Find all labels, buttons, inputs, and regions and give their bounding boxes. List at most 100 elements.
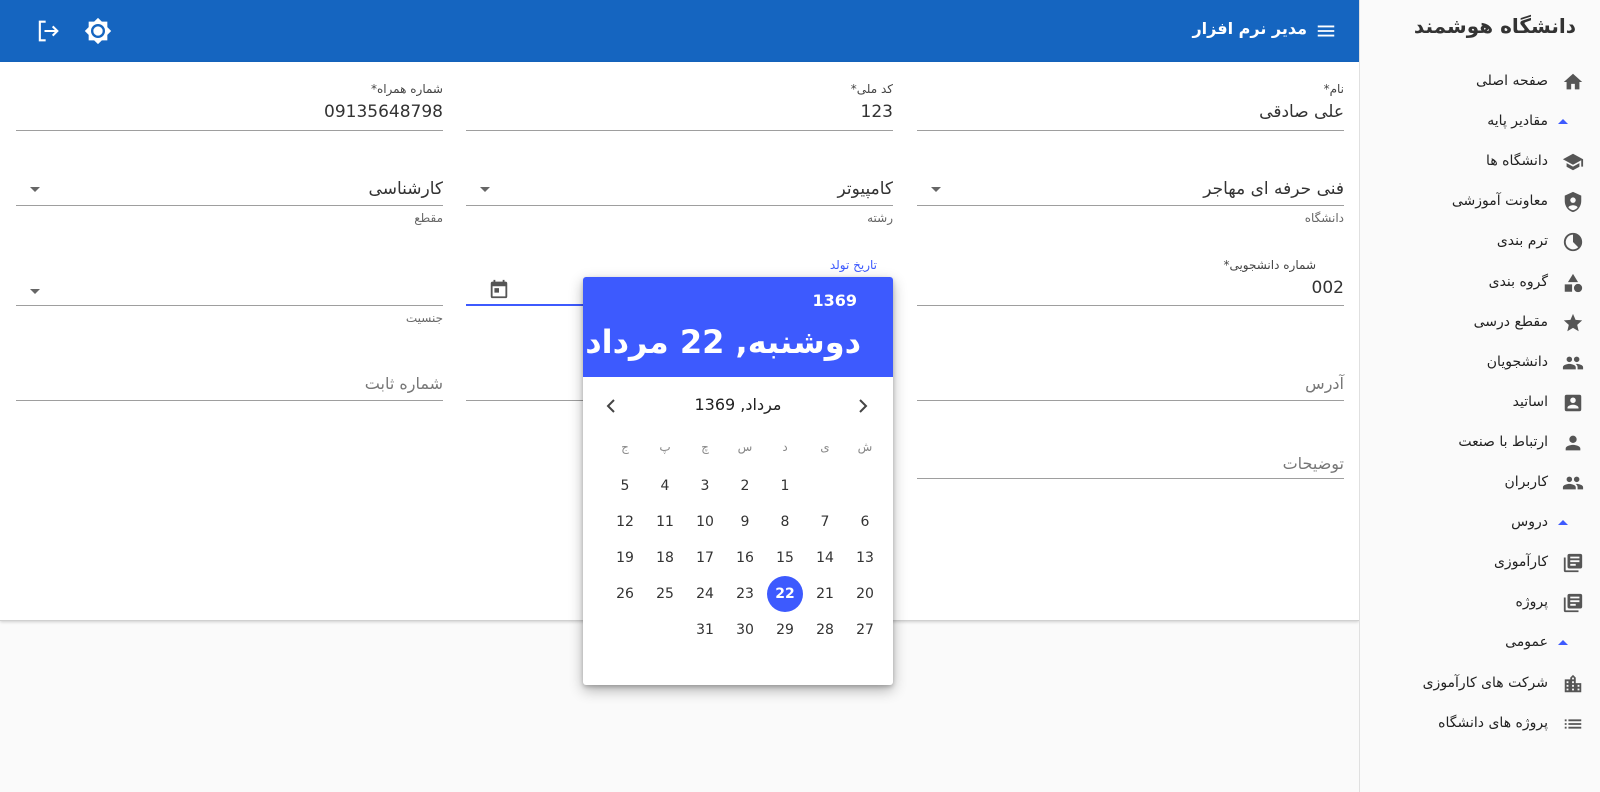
calendar-day[interactable]: 31	[687, 612, 723, 648]
calendar-day[interactable]: 4	[647, 468, 683, 504]
sidebar-item[interactable]: پروژه	[1360, 584, 1600, 622]
selected-day[interactable]: 22	[767, 576, 803, 612]
calendar-day[interactable]: 3	[687, 468, 723, 504]
logout-icon[interactable]	[34, 17, 62, 45]
phone-field[interactable]: شماره ثابت	[16, 372, 443, 412]
calendar-day[interactable]: 26	[607, 576, 643, 612]
national-code-underline	[466, 130, 893, 131]
sidebar-item[interactable]: مقطع درسی	[1360, 304, 1600, 342]
sidebar-item[interactable]: ترم بندی	[1360, 223, 1600, 261]
description-underline	[917, 478, 1344, 479]
nav-group-header[interactable]: عمومی	[1360, 624, 1600, 662]
sidebar-item[interactable]: پروژه های دانشگاه	[1360, 705, 1600, 743]
picker-year[interactable]: 1369	[812, 291, 857, 310]
nav-group-header[interactable]: دروس	[1360, 504, 1600, 542]
university-underline	[917, 205, 1344, 206]
picker-selected-date: دوشنبه, 22 مرداد	[585, 323, 861, 361]
calendar-day[interactable]: 14	[807, 540, 843, 576]
student-number-label: شماره دانشجویی*	[1223, 258, 1316, 272]
university-value: فنی حرفه ای مهاجر	[1203, 179, 1344, 199]
shapes-icon	[1564, 273, 1583, 292]
calendar-day[interactable]: 28	[807, 612, 843, 648]
calendar-day[interactable]: 18	[647, 540, 683, 576]
degree-dropdown-icon[interactable]	[30, 187, 40, 192]
sidebar-item[interactable]: دانشگاه ها	[1360, 143, 1600, 181]
mobile-label: شماره همراه*	[370, 82, 443, 96]
calendar-day[interactable]: 21	[807, 576, 843, 612]
next-month-icon[interactable]	[599, 394, 623, 418]
collapse-arrow-icon[interactable]	[1558, 520, 1568, 526]
collapse-arrow-icon[interactable]	[1558, 640, 1568, 646]
degree-value: کارشناسی	[368, 179, 443, 199]
major-select[interactable]: کامپیوتر رشته	[466, 177, 893, 227]
degree-select[interactable]: کارشناسی مقطع	[16, 177, 443, 227]
library-books-icon	[1563, 594, 1583, 613]
calendar-icon[interactable]	[488, 278, 510, 300]
calendar-day[interactable]: 15	[767, 540, 803, 576]
university-select[interactable]: فنی حرفه ای مهاجر دانشگاه	[917, 177, 1344, 227]
calendar-day[interactable]: 29	[767, 612, 803, 648]
sidebar-item[interactable]: صفحه اصلی	[1360, 63, 1600, 101]
gender-helper: جنسیت	[405, 311, 443, 325]
gender-dropdown-icon[interactable]	[30, 289, 40, 294]
nav-group-header[interactable]: مقادیر پایه	[1360, 103, 1600, 141]
calendar-day[interactable]: 27	[847, 612, 883, 648]
sidebar-item[interactable]: کارآموزی	[1360, 544, 1600, 582]
name-underline	[917, 130, 1344, 131]
name-field[interactable]: نام* علی صادقی	[917, 82, 1344, 132]
calendar-day[interactable]: 19	[607, 540, 643, 576]
national-code-field[interactable]: کد ملی* 123	[466, 82, 893, 132]
sidebar-item[interactable]: ارتباط با صنعت	[1360, 424, 1600, 462]
app-title: مدیر نرم افزار	[1192, 19, 1307, 38]
school-icon	[1562, 153, 1584, 171]
address-placeholder: آدرس	[1305, 374, 1344, 393]
menu-icon[interactable]	[1315, 20, 1337, 42]
calendar-day[interactable]: 9	[727, 504, 763, 540]
calendar-day[interactable]: 24	[687, 576, 723, 612]
address-field[interactable]: آدرس	[917, 372, 1344, 412]
sidebar-item[interactable]: معاونت آموزشی	[1360, 183, 1600, 221]
date-picker-header: 1369 دوشنبه, 22 مرداد	[583, 277, 893, 377]
calendar-day[interactable]: 5	[607, 468, 643, 504]
calendar-day[interactable]: 12	[607, 504, 643, 540]
degree-underline	[16, 205, 443, 206]
sidebar-item[interactable]: گروه بندی	[1360, 264, 1600, 302]
gender-select[interactable]: جنسیت	[16, 258, 443, 328]
calendar-day[interactable]: 11	[647, 504, 683, 540]
app-bar: مدیر نرم افزار	[0, 0, 1359, 62]
calendar-day[interactable]: 30	[727, 612, 763, 648]
sidebar: دانشگاه هوشمند صفحه اصلی مقادیر پایه دانشگ…	[1359, 0, 1600, 792]
calendar-day[interactable]: 8	[767, 504, 803, 540]
sidebar-item-label: ارتباط با صنعت	[1458, 433, 1548, 450]
mobile-value: 09135648798	[324, 102, 443, 122]
sidebar-item[interactable]: شرکت های کارآموزی	[1360, 665, 1600, 703]
mobile-field[interactable]: شماره همراه* 09135648798	[16, 82, 443, 132]
major-underline	[466, 205, 893, 206]
sidebar-item[interactable]: دانشجویان	[1360, 344, 1600, 382]
sidebar-item-label: کارآموزی	[1493, 554, 1548, 571]
calendar-day[interactable]: 23	[727, 576, 763, 612]
calendar-day[interactable]: 16	[727, 540, 763, 576]
settings-brightness-icon[interactable]	[84, 17, 112, 45]
picker-month-label: مرداد, 1369	[694, 395, 782, 414]
calendar-day[interactable]: 2	[727, 468, 763, 504]
calendar-day[interactable]: 17	[687, 540, 723, 576]
mobile-underline	[16, 130, 443, 131]
sidebar-item-label: گروه بندی	[1488, 273, 1548, 290]
calendar-day[interactable]: 25	[647, 576, 683, 612]
calendar-day[interactable]: 1	[767, 468, 803, 504]
major-dropdown-icon[interactable]	[480, 187, 490, 192]
collapse-arrow-icon[interactable]	[1558, 119, 1568, 125]
calendar-day[interactable]: 20	[847, 576, 883, 612]
sidebar-item-label: عمومی	[1505, 634, 1548, 651]
sidebar-item[interactable]: اساتید	[1360, 384, 1600, 422]
calendar-day[interactable]: 10	[687, 504, 723, 540]
sidebar-item[interactable]: کاربران	[1360, 464, 1600, 502]
calendar-day[interactable]: 7	[807, 504, 843, 540]
calendar-day[interactable]: 13	[847, 540, 883, 576]
calendar-day[interactable]: 6	[847, 504, 883, 540]
description-field[interactable]: توضیحات	[917, 452, 1344, 492]
sidebar-item-label: معاونت آموزشی	[1451, 193, 1548, 210]
student-number-field[interactable]: شماره دانشجویی* 002	[917, 258, 1344, 308]
university-dropdown-icon[interactable]	[931, 187, 941, 192]
